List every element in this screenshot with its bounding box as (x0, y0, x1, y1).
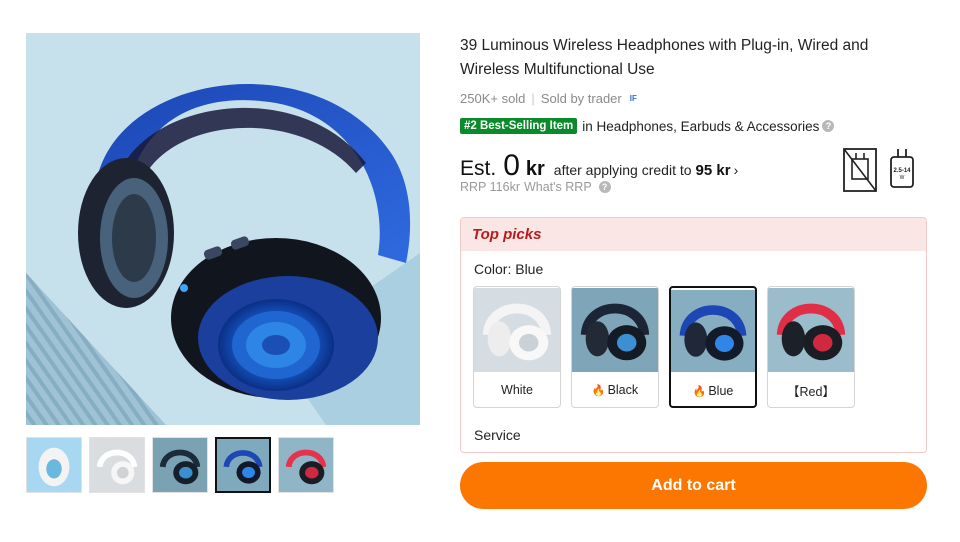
thumbnail-5[interactable] (278, 437, 334, 493)
color-swatches: White 🔥 Black 🔥 Blue 【Red】 (473, 286, 855, 408)
credit-text[interactable]: after applying credit to (554, 162, 692, 178)
color-option-blue[interactable]: 🔥 Blue (669, 286, 757, 408)
swatch-label: 【Red】 (768, 373, 854, 407)
flame-icon: 🔥 (692, 385, 707, 398)
bestseller-line: #2 Best-Selling Item in Headphones, Earb… (460, 118, 835, 134)
est-price-value: 0 (503, 149, 520, 182)
seller-link[interactable]: Sold by trader (541, 91, 622, 106)
thumbnail-4[interactable] (215, 437, 271, 493)
swatch-image (474, 287, 560, 373)
swatch-label-text: Blue (708, 384, 734, 398)
service-label: Service (474, 427, 521, 443)
bestseller-category[interactable]: in Headphones, Earbuds & Accessories (582, 119, 819, 134)
charger-watt-unit: W (900, 175, 905, 181)
swatch-label-text: Black (607, 383, 639, 397)
chevron-right-icon[interactable]: › (734, 162, 739, 178)
separator: | (531, 91, 535, 106)
rrp-line: RRP 116kr What's RRP ? (460, 180, 611, 194)
info-icon[interactable]: ? (822, 120, 835, 132)
thumbnail-strip (26, 437, 334, 493)
bestseller-badge: #2 Best-Selling Item (460, 118, 578, 134)
thumbnail-2[interactable] (89, 437, 145, 493)
add-to-cart-button[interactable]: Add to cart (460, 462, 927, 509)
swatch-label-text: White (501, 383, 533, 397)
swatch-label: White (474, 373, 560, 407)
main-product-image[interactable] (26, 33, 420, 425)
top-picks-header: Top picks (461, 218, 926, 251)
thumbnail-1[interactable] (26, 437, 82, 493)
color-option-white[interactable]: White (473, 286, 561, 408)
top-picks-panel: Top picks Color: Blue White 🔥 Black 🔥 Bl… (460, 217, 927, 453)
sold-count: 250K+ sold (460, 91, 526, 106)
product-title: 39 Luminous Wireless Headphones with Plu… (460, 37, 869, 78)
est-label: Est. (460, 157, 497, 180)
swatch-label: 🔥 Blue (671, 374, 755, 406)
swatch-label: 🔥 Black (572, 373, 658, 407)
swatch-label-text: 【Red】 (787, 384, 835, 399)
flame-icon: 🔥 (591, 384, 606, 397)
charger-wattage-icon: 2.5-14 W (890, 149, 914, 188)
swatch-image (768, 287, 854, 373)
thumbnail-3[interactable] (152, 437, 208, 493)
color-option-black[interactable]: 🔥 Black (571, 286, 659, 408)
charger-watt-label: 2.5-14 (893, 168, 911, 174)
swatch-image (671, 288, 755, 374)
price-line: Est. 0 kr after applying credit to 95 kr… (460, 149, 738, 183)
no-charger-icon (843, 148, 877, 192)
swatch-image (572, 287, 658, 373)
est-currency: kr (525, 158, 545, 180)
rrp-value: RRP 116kr (460, 180, 520, 194)
color-label: Color: Blue (474, 261, 544, 277)
sales-seller-line: 250K+ sold | Sold by trader IF (460, 91, 637, 106)
charger-info: 2.5-14 W (842, 145, 916, 193)
whats-rrp-link[interactable]: What's RRP (524, 180, 592, 194)
credit-amount[interactable]: 95 kr (696, 162, 731, 179)
color-option-red[interactable]: 【Red】 (767, 286, 855, 408)
headphones-image (26, 33, 420, 425)
rrp-info-icon[interactable]: ? (598, 181, 611, 193)
seller-badge-icon: IF (629, 94, 637, 103)
